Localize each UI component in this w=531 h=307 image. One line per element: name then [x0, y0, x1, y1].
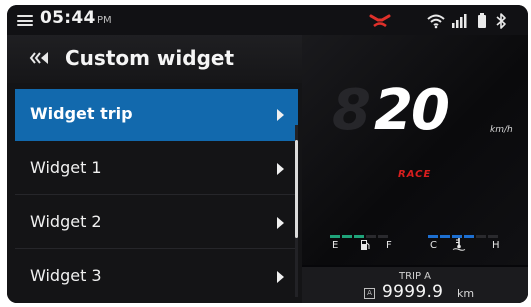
back-chevron-icon[interactable] [29, 49, 51, 67]
coolant-temperature-icon [452, 238, 466, 251]
clock-ampm: PM [97, 15, 112, 26]
custom-widget-panel: Custom widget Widget trip Widget 1 Widge… [7, 35, 302, 303]
wifi-icon [427, 14, 445, 29]
list-item-widget-1[interactable]: Widget 1 [15, 143, 298, 195]
ride-mode-label: RACE [398, 169, 432, 180]
list-item-label: Widget 3 [30, 266, 102, 285]
trip-unit: km [457, 287, 475, 300]
trip-title: TRIP A [398, 271, 432, 282]
chevron-right-icon [277, 271, 284, 283]
signal-icon [452, 14, 467, 28]
speed-ghost-digit: 8 [332, 78, 371, 143]
fuel-full-label: F [386, 240, 392, 251]
scrollbar-thumb[interactable] [295, 140, 298, 238]
list-item-label: Widget 2 [30, 212, 102, 231]
list-item-widget-3[interactable]: Widget 3 [15, 251, 298, 303]
trip-a-badge: A [364, 288, 375, 299]
motorcycle-alert-icon [369, 14, 391, 28]
temperature-gauge-bar [428, 223, 500, 238]
menu-icon[interactable] [17, 15, 33, 26]
list-item-widget-trip[interactable]: Widget trip [15, 89, 298, 141]
list-item-label: Widget trip [30, 104, 133, 123]
fuel-empty-label: E [332, 240, 339, 251]
clock-time: 05:44 [40, 8, 96, 28]
chevron-right-icon [277, 163, 284, 175]
fuel-gauge-bar [330, 223, 390, 238]
list-item-label: Widget 1 [30, 158, 102, 177]
trip-widget: TRIP A A 9999.9 km [302, 267, 528, 303]
temp-cold-label: C [430, 240, 437, 251]
panel-header: Custom widget [7, 35, 302, 83]
dashboard-background [302, 35, 528, 265]
speed-dashboard: 8 20 km/h RACE E F C H TRIP A A 9999.9 k… [302, 35, 528, 303]
chevron-right-icon [277, 109, 284, 121]
panel-title: Custom widget [65, 46, 235, 70]
status-bar: 05:44 PM [7, 5, 528, 35]
bluetooth-icon [496, 13, 506, 29]
dashboard-screen: 05:44 PM Custom widget Widget trip Widge… [7, 5, 528, 303]
list-item-widget-2[interactable]: Widget 2 [15, 197, 298, 249]
chevron-right-icon [277, 217, 284, 229]
battery-icon [478, 13, 486, 28]
fuel-pump-icon [361, 240, 370, 250]
temp-hot-label: H [492, 240, 500, 251]
speed-unit: km/h [490, 125, 513, 135]
speed-value: 20 [374, 78, 450, 143]
trip-value: 9999.9 [382, 282, 444, 302]
